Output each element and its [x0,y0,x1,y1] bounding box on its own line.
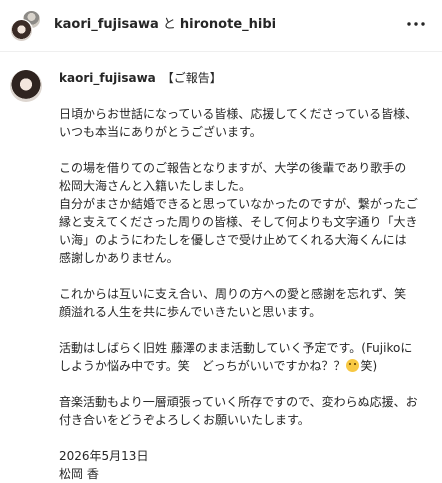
text-line: しようか悩み中です。笑 どっちがいいですかね？？ 笑) [59,357,431,375]
more-horizontal-icon[interactable] [403,12,429,36]
text-line: 音楽活動もより一層頑張っていく所存ですので、変わらぬ応援、お [59,395,418,409]
paragraph-5: 音楽活動もより一層頑張っていく所存ですので、変わらぬ応援、お 付き合いをどうぞよ… [59,393,431,429]
text-line: 縁と支えてくださった周りの皆様、そして何よりも文字通り「大き [59,215,418,229]
text-line: この場を借りてのご報告となりますが、大学の後輩であり歌手の [59,161,407,175]
caption-title: 【ご報告】 [161,71,222,85]
paragraph-4: 活動はしばらく旧姓 藤澤のまま活動していく予定です。(Fujikoに しようか悩… [59,339,431,375]
caption-avatar[interactable] [10,70,42,102]
collab-avatars[interactable] [10,10,41,42]
text-line: 松岡大海さんと入籍いたしました。 [59,179,252,193]
text-line: これからは互いに支え合い、周りの方への愛と感謝を忘れず、笑 [59,287,407,301]
post-header: kaori_fujisawa と hironote_hibi [0,0,442,52]
collab-title: kaori_fujisawa と hironote_hibi [54,16,276,34]
header-conjunction: と [162,17,176,32]
avatar-kaori[interactable] [10,19,33,42]
text-line: 顔溢れる人生を共に歩んでいきたいと思います。 [59,305,322,319]
text-line: 感謝しかありません。 [59,251,179,265]
text-line: い海」のようにわたしを優しさで受け止めてくれる大海くんには [59,233,407,247]
post-caption: kaori_fujisawa 【ご報告】 日頃からお世話になっている皆様、応援して… [59,69,431,483]
text-line: 自分がまさか結婚できると思っていなかったのですが、繋がったご [59,197,418,211]
paragraph-3: これからは互いに支え合い、周りの方への愛と感謝を忘れず、笑 顔溢れる人生を共に歩… [59,285,431,321]
header-username-1[interactable]: kaori_fujisawa [54,17,159,32]
caption-username[interactable]: kaori_fujisawa [59,71,156,85]
text-line: 付き合いをどうぞよろしくお願いいたします。 [59,413,310,427]
smiling-face-emoji-icon [346,359,360,372]
caption-heading: kaori_fujisawa 【ご報告】 [59,69,431,87]
post-date: 2026年5月13日 [59,449,149,463]
paragraph-1: 日頃からお世話になっている皆様、応援してくださっている皆様、 いつも本当にありが… [59,105,431,141]
paragraph-2: この場を借りてのご報告となりますが、大学の後輩であり歌手の 松岡大海さんと入籍い… [59,159,431,267]
text-segment: しようか悩み中です。笑 どっちがいいですかね？？ [59,359,346,373]
text-line: いつも本当にありがとうございます。 [59,125,262,139]
header-username-2[interactable]: hironote_hibi [180,17,276,32]
text-line: 活動はしばらく旧姓 藤澤のまま活動していく予定です。(Fujikoに [59,341,413,355]
text-segment: 笑) [360,359,378,373]
text-line: 日頃からお世話になっている皆様、応援してくださっている皆様、 [59,107,418,121]
signature-block: 2026年5月13日 松岡 香 [59,447,431,483]
signature-name: 松岡 香 [59,467,99,481]
